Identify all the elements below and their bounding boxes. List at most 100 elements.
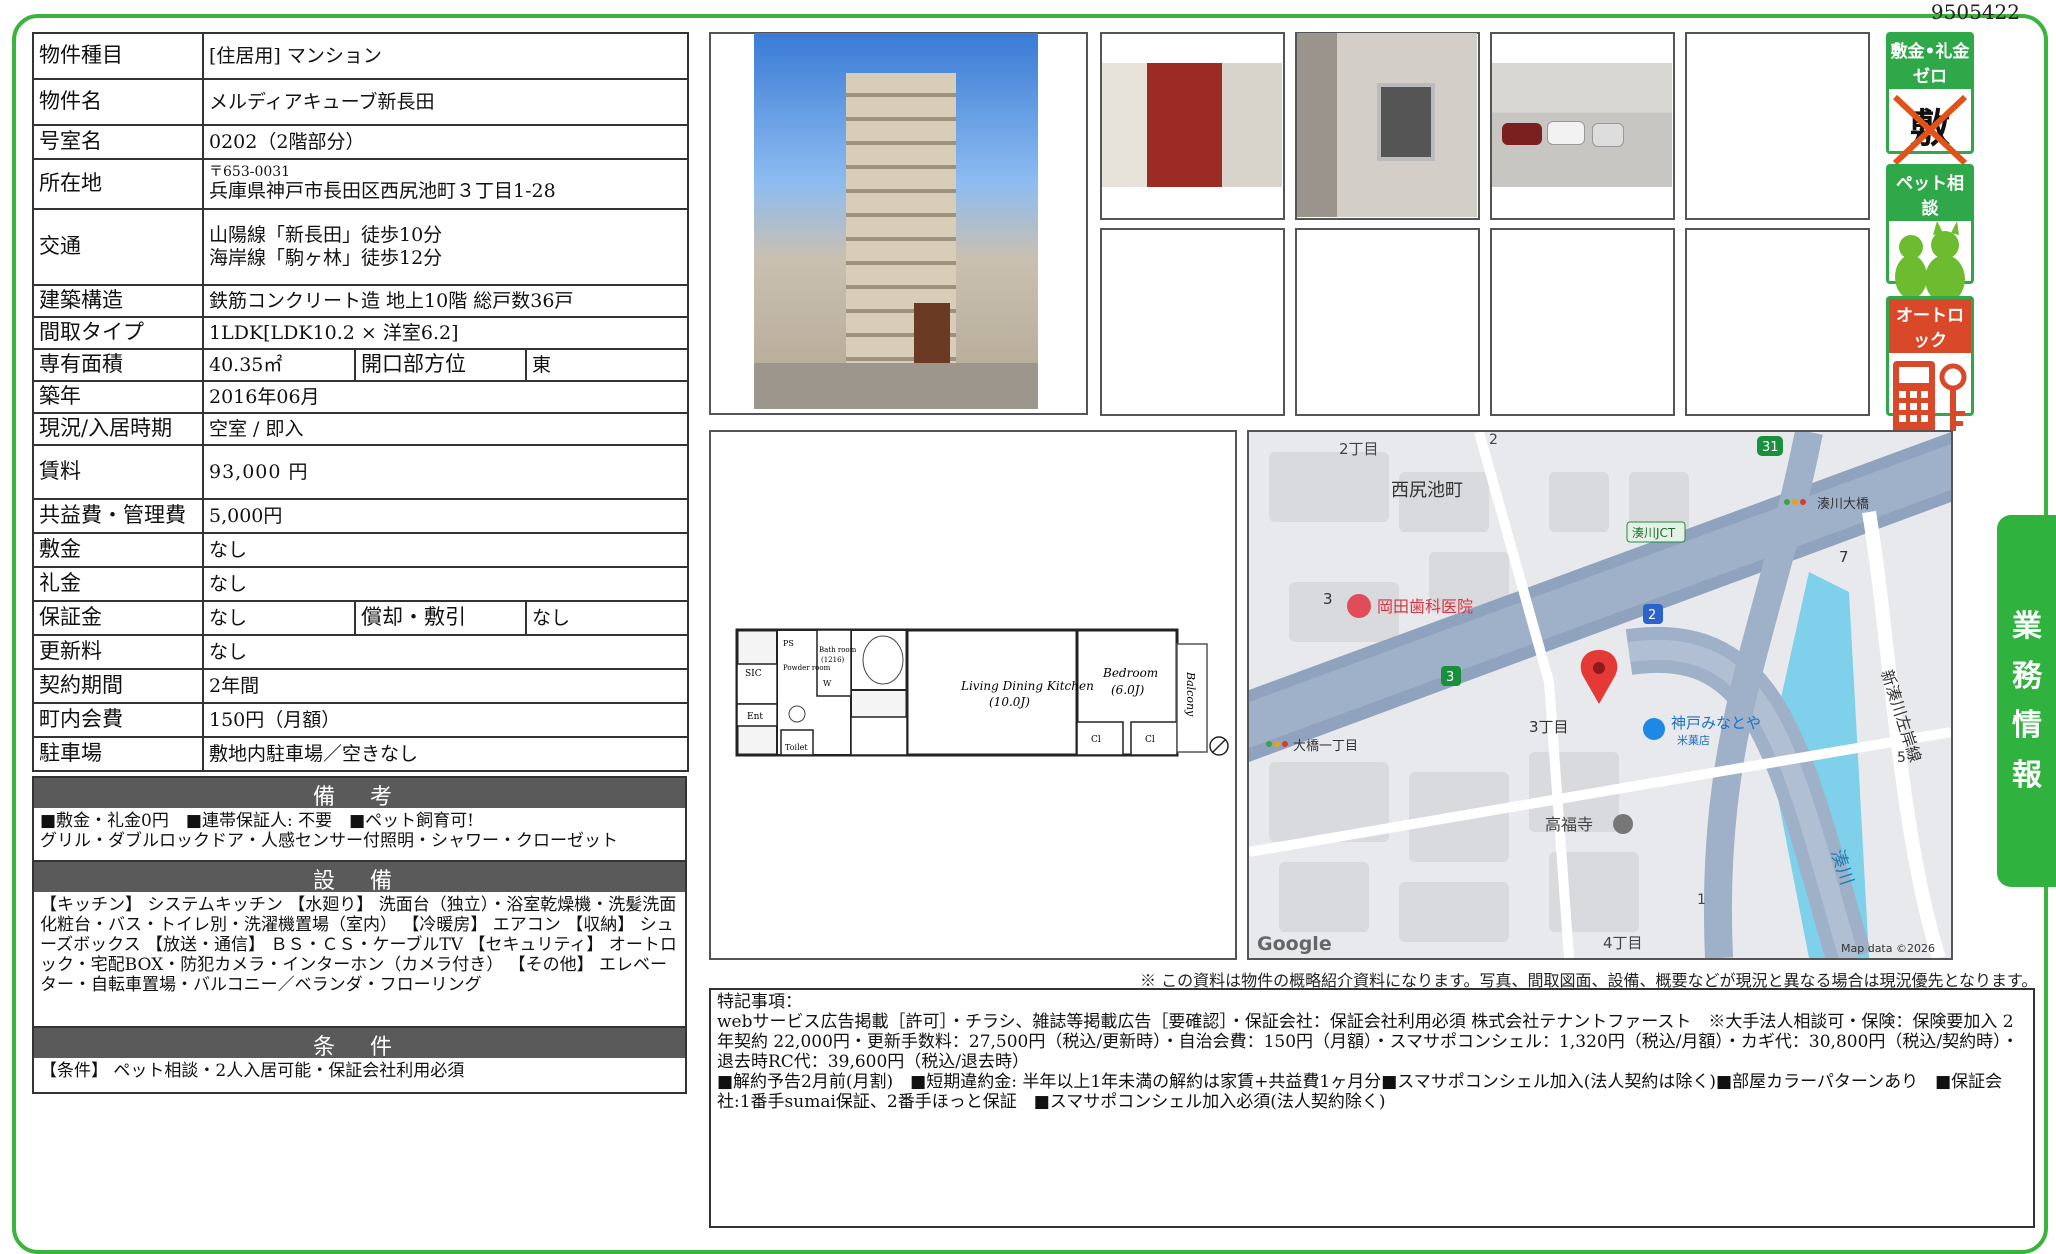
address-cell: 〒653-0031 兵庫県神戸市長田区西尻池町３丁目1-28 <box>202 158 689 210</box>
conditions-body: 【条件】 ペット相談・2人入居可能・保証会社利用必須 <box>40 1061 465 1081</box>
side-tab-char-1: 業 <box>2012 609 2042 644</box>
special-notes-box: 特記事項： webサービス広告掲載［許可］・チラシ、雑誌等掲載広告［要確認］・保… <box>709 988 2035 1228</box>
row-structure: 建築構造 鉄筋コンクリート造 地上10階 総戸数36戸 <box>32 284 689 318</box>
bath-label: Bath room <box>819 646 857 654</box>
row-key-money: 礼金 なし <box>32 566 689 602</box>
photo-slot-6 <box>1295 228 1480 416</box>
bedroom-label: Bedroom <box>1102 666 1158 680</box>
room-value: 0202（2階部分） <box>202 124 689 160</box>
row-guarantee: 保証金 なし 償却・敷引 なし <box>32 600 689 636</box>
pets-icon <box>1895 221 1965 303</box>
renewal-value: なし <box>202 634 689 670</box>
fee-value: 5,000円 <box>202 498 689 534</box>
map-route-3: 3 <box>1446 670 1454 685</box>
entrance-door <box>914 303 950 363</box>
autolock-icon <box>1893 361 1967 435</box>
name-label: 物件名 <box>32 78 204 126</box>
washer-label: W <box>823 679 832 688</box>
map-label-minatogawa-bridge: 湊川大橋 <box>1817 497 1869 512</box>
map-label-3chome: 3丁目 <box>1529 718 1569 736</box>
area-label: 専有面積 <box>32 348 204 382</box>
status-value: 空室 / 即入 <box>202 412 689 446</box>
row-address: 所在地 〒653-0031 兵庫県神戸市長田区西尻池町３丁目1-28 <box>32 158 689 210</box>
closet-label-2: Cl <box>1145 735 1155 745</box>
map-label-dental: 岡田歯科医院 <box>1377 597 1473 616</box>
badge-zero-deposit-label: 敷金•礼金ゼロ <box>1889 35 1971 89</box>
row-town-fee: 町内会費 150円（月額） <box>32 702 689 738</box>
toilet-label: Toilet <box>785 743 808 752</box>
side-tab-char-3: 情 <box>2012 708 2042 743</box>
row-layout: 間取タイプ 1LDK[LDK10.2 × 洋室6.2] <box>32 316 689 350</box>
type-label: 物件種目 <box>32 32 204 80</box>
map-label-kobe-2: 米菓店 <box>1677 733 1710 747</box>
row-access: 交通 山陽線「新長田」徒歩10分 海岸線「駒ヶ林」徒歩12分 <box>32 208 689 286</box>
row-area: 専有面積 40.35㎡ 開口部方位 東 <box>32 348 689 382</box>
guarantee-label: 保証金 <box>32 600 204 636</box>
equipment-body: 【キッチン】 システムキッチン 【水廻り】 洗面台（独立）・浴室乾燥機・洗髪洗面… <box>40 895 677 996</box>
map-label-1: 1 <box>1697 892 1706 908</box>
key-money-label: 礼金 <box>32 566 204 602</box>
balcony-label: Balcony <box>1184 671 1197 717</box>
car <box>1502 123 1542 145</box>
closet-label: Cl <box>1091 735 1101 745</box>
location-map[interactable]: 2丁目 2 西尻池町 31 湊川大橋 湊川JCT 7 3 岡田歯科医院 2 3 … <box>1247 430 1953 960</box>
conditions-section: 条 件 【条件】 ペット相談・2人入居可能・保証会社利用必須 <box>32 1026 687 1094</box>
map-label-kofuku: 高福寺 <box>1545 815 1593 834</box>
built-value: 2016年06月 <box>202 380 689 414</box>
ps-label: PS <box>783 639 794 648</box>
amortization-value: なし <box>525 600 689 636</box>
fee-label: 共益費・管理費 <box>32 498 204 534</box>
special-notes-line-2: ■解約予告2月前(月割) ■短期違約金: 半年以上1年未満の解約は家賃+共益費1… <box>717 1072 2003 1113</box>
address-label: 所在地 <box>32 158 204 210</box>
map-route-2: 2 <box>1648 608 1656 623</box>
built-label: 築年 <box>32 380 204 414</box>
building-exterior-photo <box>754 33 1038 409</box>
access-cell: 山陽線「新長田」徒歩10分 海岸線「駒ヶ林」徒歩12分 <box>202 208 689 286</box>
structure-label: 建築構造 <box>32 284 204 318</box>
shop-icon <box>1643 718 1665 740</box>
access-label: 交通 <box>32 208 204 286</box>
row-status: 現況/入居時期 空室 / 即入 <box>32 412 689 446</box>
map-label-2chome: 2丁目 <box>1339 440 1379 458</box>
badge-pet-ok: ペット相談 <box>1886 164 1974 303</box>
town-fee-label: 町内会費 <box>32 702 204 738</box>
map-graphic: 2丁目 2 西尻池町 31 湊川大橋 湊川JCT 7 3 岡田歯科医院 2 3 … <box>1249 432 1951 958</box>
row-term: 契約期間 2年間 <box>32 668 689 704</box>
row-renewal: 更新料 なし <box>32 634 689 670</box>
map-label-ohashi: 大橋一丁目 <box>1293 739 1358 754</box>
renewal-label: 更新料 <box>32 634 204 670</box>
conditions-title: 条 件 <box>34 1028 685 1060</box>
entrance-photo <box>1102 63 1282 187</box>
dental-clinic-icon <box>1347 594 1371 618</box>
intercom-panel <box>1377 83 1435 161</box>
ldk-size: (10.0J) <box>989 695 1030 709</box>
row-parking: 駐車場 敷地内駐車場／空きなし <box>32 736 689 772</box>
photo-slot-4 <box>1685 32 1870 220</box>
bath-size: (1216) <box>821 656 845 664</box>
row-deposit: 敷金 なし <box>32 532 689 568</box>
parking-label: 駐車場 <box>32 736 204 772</box>
bedroom-size: (6.0J) <box>1111 683 1145 697</box>
photo-slot-7 <box>1490 228 1675 416</box>
row-built: 築年 2016年06月 <box>32 380 689 414</box>
remarks-body: ■敷金・礼金0円 ■連帯保証人: 不要 ■ペット飼育可! グリル・ダブルロックド… <box>34 808 685 854</box>
row-fee: 共益費・管理費 5,000円 <box>32 498 689 534</box>
intercom-photo <box>1297 33 1477 217</box>
term-value: 2年間 <box>202 668 689 704</box>
town-fee-value: 150円（月額） <box>202 702 689 738</box>
area-value: 40.35㎡ <box>202 348 356 382</box>
remarks-line-1: ■敷金・礼金0円 ■連帯保証人: 不要 ■ペット飼育可! <box>40 811 474 831</box>
photo-slot-8 <box>1685 228 1870 416</box>
document-id: 9505422 <box>1930 0 2020 24</box>
access-line-1: 山陽線「新長田」徒歩10分 <box>209 224 443 247</box>
address-value: 兵庫県神戸市長田区西尻池町３丁目1-28 <box>209 180 556 203</box>
row-room: 号室名 0202（2階部分） <box>32 124 689 160</box>
direction-value: 東 <box>525 348 689 382</box>
sidewalk <box>754 363 1038 409</box>
badge-autolock: オートロック <box>1886 296 1974 435</box>
special-notes-title: 特記事項： <box>717 992 802 1012</box>
side-tab-business-info[interactable]: 業 務 情 報 <box>1997 515 2056 887</box>
room-label: 号室名 <box>32 124 204 160</box>
map-label-5: 5 <box>1897 750 1906 766</box>
parking-value: 敷地内駐車場／空きなし <box>202 736 689 772</box>
